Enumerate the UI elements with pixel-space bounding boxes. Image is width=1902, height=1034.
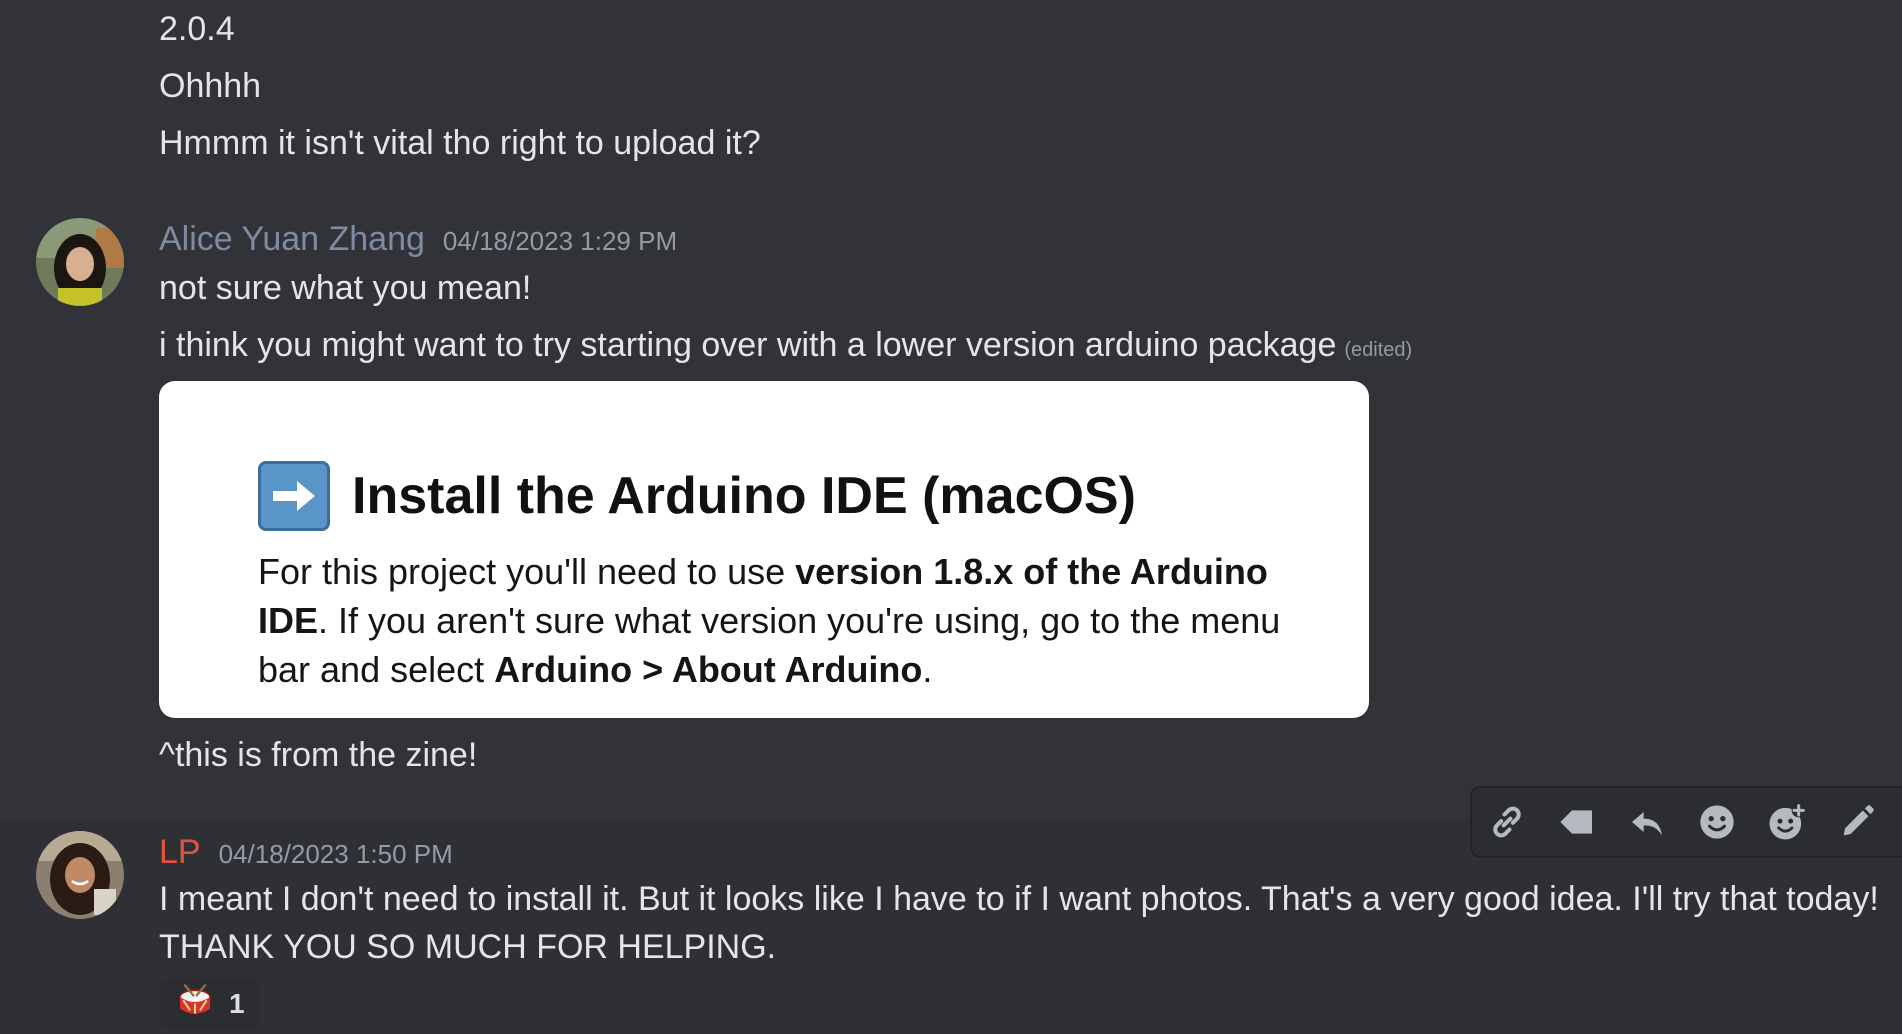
timestamp: 04/18/2023 1:29 PM bbox=[442, 226, 678, 256]
embed-title: Install the Arduino IDE (macOS) bbox=[258, 461, 1136, 531]
message-text: Ohhhh bbox=[159, 67, 262, 105]
message-text: not sure what you mean! bbox=[159, 269, 532, 307]
embed-body-text: For this project you'll need to use bbox=[258, 551, 796, 592]
image-embed[interactable]: Install the Arduino IDE (macOS) For this… bbox=[159, 381, 1369, 718]
edit-icon[interactable] bbox=[1822, 790, 1892, 854]
add-reaction-icon[interactable] bbox=[1752, 790, 1822, 854]
message-text: i think you might want to try starting o… bbox=[159, 326, 1337, 364]
reaction-drum[interactable]: 1 bbox=[161, 978, 259, 1030]
embed-title-text: Install the Arduino IDE (macOS) bbox=[352, 467, 1136, 525]
avatar-lp[interactable] bbox=[36, 831, 124, 919]
message-text: I meant I don't need to install it. But … bbox=[159, 880, 1879, 918]
embed-body-bold: Arduino > About Arduino bbox=[494, 649, 923, 690]
tag-icon[interactable] bbox=[1542, 790, 1612, 854]
message-header-lp: LP 04/18/2023 1:50 PM bbox=[159, 830, 453, 874]
drum-emoji-icon bbox=[175, 982, 215, 1027]
edited-label: (edited) bbox=[1344, 339, 1413, 361]
username[interactable]: LP bbox=[159, 830, 201, 874]
emoji-icon[interactable] bbox=[1682, 790, 1752, 854]
message-text: ^this is from the zine! bbox=[159, 736, 478, 774]
message-text: Hmmm it isn't vital tho right to upload … bbox=[159, 124, 761, 162]
link-icon[interactable] bbox=[1472, 790, 1542, 854]
reaction-count: 1 bbox=[229, 988, 245, 1019]
message-actions-toolbar bbox=[1470, 786, 1902, 858]
message-text: 2.0.4 bbox=[159, 10, 235, 48]
embed-body: For this project you'll need to use vers… bbox=[258, 547, 1318, 694]
avatar-alice[interactable] bbox=[36, 218, 124, 306]
timestamp: 04/18/2023 1:50 PM bbox=[218, 839, 453, 869]
message-text: THANK YOU SO MUCH FOR HELPING. bbox=[159, 928, 777, 966]
embed-body-text: . bbox=[922, 649, 933, 690]
username[interactable]: Alice Yuan Zhang bbox=[159, 217, 425, 261]
message-text-edited: i think you might want to try starting o… bbox=[159, 323, 1412, 372]
reply-icon[interactable] bbox=[1612, 790, 1682, 854]
right-arrow-icon bbox=[258, 461, 330, 531]
message-header-alice: Alice Yuan Zhang 04/18/2023 1:29 PM bbox=[159, 217, 677, 261]
